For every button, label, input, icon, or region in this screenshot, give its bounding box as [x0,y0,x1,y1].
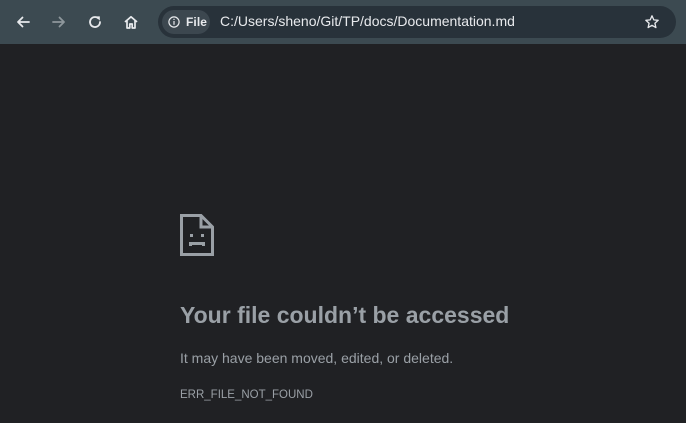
error-title: Your file couldn’t be accessed [180,302,510,328]
star-outline-icon [645,15,659,29]
home-button[interactable] [115,6,147,38]
bookmark-button[interactable] [640,10,664,34]
arrow-right-icon [52,16,65,28]
error-page: Your file couldn’t be accessed It may ha… [0,44,686,423]
address-bar[interactable]: File C:/Users/sheno/Git/TP/docs/Document… [158,6,676,38]
reload-icon [89,16,101,28]
error-description: It may have been moved, edited, or delet… [180,350,454,366]
arrow-left-icon [17,16,30,28]
site-info-label: File [186,15,208,29]
home-icon [124,15,138,29]
info-icon [168,16,180,28]
back-button[interactable] [7,6,39,38]
browser-toolbar: File C:/Users/sheno/Git/TP/docs/Document… [0,0,686,44]
sad-file-icon [180,214,214,256]
forward-button[interactable] [43,6,75,38]
url-text[interactable]: C:/Users/sheno/Git/TP/docs/Documentation… [220,13,515,29]
reload-button[interactable] [79,6,111,38]
error-code: ERR_FILE_NOT_FOUND [180,389,313,401]
site-info-chip[interactable]: File [162,10,210,34]
